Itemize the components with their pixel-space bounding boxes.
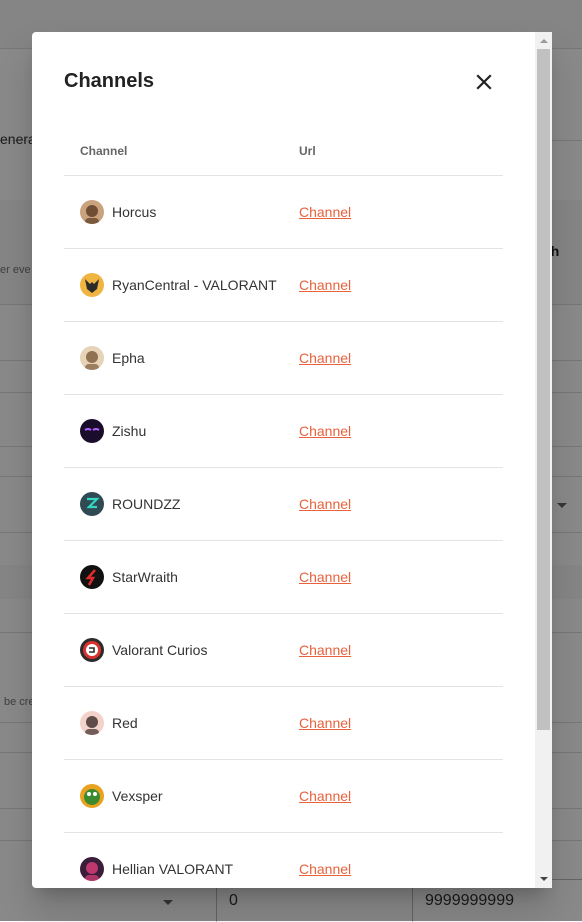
channel-avatar bbox=[80, 857, 104, 881]
channel-avatar bbox=[80, 711, 104, 735]
table-body: Horcus Channel RyanCentral - VALORANT Chann… bbox=[64, 176, 503, 888]
channel-avatar bbox=[80, 565, 104, 589]
table-row: Hellian VALORANT Channel bbox=[64, 833, 503, 888]
avatar-image bbox=[80, 638, 104, 662]
column-header-channel[interactable]: Channel bbox=[80, 144, 127, 158]
channel-avatar bbox=[80, 273, 104, 297]
channel-name: ROUNDZZ bbox=[112, 496, 181, 512]
table-row: Epha Channel bbox=[64, 322, 503, 395]
channel-avatar bbox=[80, 784, 104, 808]
channel-avatar bbox=[80, 492, 104, 516]
avatar-image bbox=[80, 565, 104, 589]
avatar-image bbox=[80, 784, 104, 808]
channel-name: RyanCentral - VALORANT bbox=[112, 277, 277, 293]
table-row: Vexsper Channel bbox=[64, 760, 503, 833]
close-icon bbox=[476, 74, 492, 90]
avatar-image bbox=[80, 419, 104, 443]
channels-table: Channel Url Horcus Channel RyanCentral - V… bbox=[64, 140, 503, 888]
channel-avatar bbox=[80, 346, 104, 370]
table-row: Zishu Channel bbox=[64, 395, 503, 468]
channel-link[interactable]: Channel bbox=[299, 423, 351, 439]
channel-link[interactable]: Channel bbox=[299, 204, 351, 220]
channel-name: Vexsper bbox=[112, 788, 163, 804]
avatar-image bbox=[80, 346, 104, 370]
channel-avatar bbox=[80, 200, 104, 224]
channel-link[interactable]: Channel bbox=[299, 277, 351, 293]
dialog-scrollbar[interactable] bbox=[535, 32, 552, 888]
channel-name: StarWraith bbox=[112, 569, 178, 585]
table-row: Valorant Curios Channel bbox=[64, 614, 503, 687]
scrollbar-thumb[interactable] bbox=[537, 49, 550, 730]
channel-name: Hellian VALORANT bbox=[112, 861, 234, 877]
channel-link[interactable]: Channel bbox=[299, 496, 351, 512]
channel-name: Zishu bbox=[112, 423, 147, 439]
avatar-image bbox=[80, 492, 104, 516]
channel-avatar bbox=[80, 419, 104, 443]
channel-name: Epha bbox=[112, 350, 145, 366]
channel-link[interactable]: Channel bbox=[299, 788, 351, 804]
avatar-image bbox=[80, 273, 104, 297]
channel-link[interactable]: Channel bbox=[299, 350, 351, 366]
column-header-url[interactable]: Url bbox=[299, 144, 316, 158]
channel-link[interactable]: Channel bbox=[299, 715, 351, 731]
channel-name: Horcus bbox=[112, 204, 157, 220]
channel-link[interactable]: Channel bbox=[299, 569, 351, 585]
table-row: ROUNDZZ Channel bbox=[64, 468, 503, 541]
scroll-down-arrow-icon[interactable] bbox=[535, 872, 552, 886]
table-row: Horcus Channel bbox=[64, 176, 503, 249]
channels-dialog: Channels Channel Url Horcus Channel RyanCe… bbox=[32, 32, 551, 888]
scroll-up-arrow-icon[interactable] bbox=[535, 34, 552, 48]
avatar-image bbox=[80, 200, 104, 224]
channel-link[interactable]: Channel bbox=[299, 642, 351, 658]
table-row: StarWraith Channel bbox=[64, 541, 503, 614]
close-button[interactable] bbox=[470, 68, 498, 96]
table-header: Channel Url bbox=[64, 140, 503, 176]
table-row: RyanCentral - VALORANT Channel bbox=[64, 249, 503, 322]
table-row: Red Channel bbox=[64, 687, 503, 760]
channel-name: Valorant Curios bbox=[112, 642, 208, 658]
channel-link[interactable]: Channel bbox=[299, 861, 351, 877]
avatar-image bbox=[80, 857, 104, 881]
dialog-title: Channels bbox=[64, 70, 155, 92]
channel-avatar bbox=[80, 638, 104, 662]
avatar-image bbox=[80, 711, 104, 735]
channel-name: Red bbox=[112, 715, 138, 731]
